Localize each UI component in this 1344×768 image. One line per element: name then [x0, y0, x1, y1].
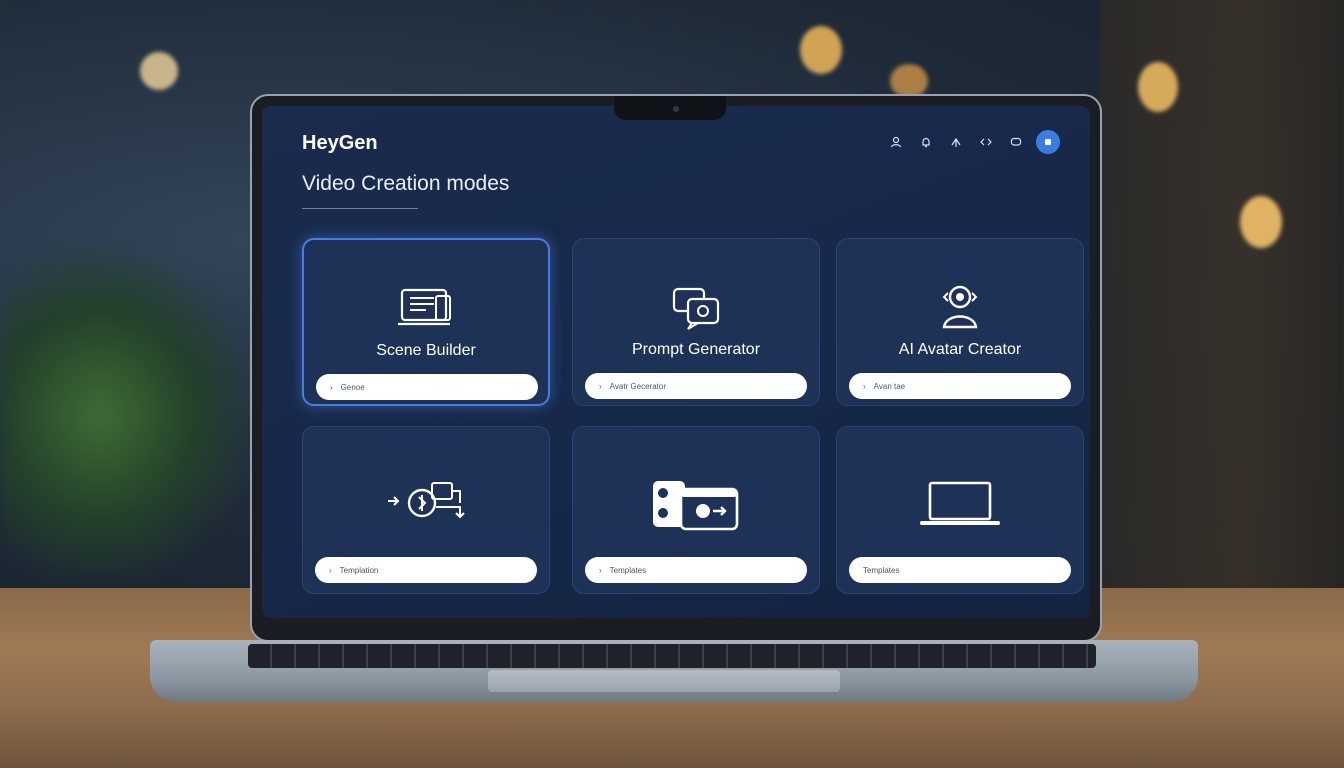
laptop-screen: HeyGen Video Creation modes Scene Builde…	[262, 106, 1090, 618]
card-media-templates[interactable]: › Templates	[572, 426, 820, 594]
card-action-pill[interactable]: › Avatr Gecerator	[585, 373, 807, 399]
card-laptop-templates[interactable]: Templates	[836, 426, 1084, 594]
card-label: Scene Builder	[376, 342, 476, 359]
pill-text: Templates	[609, 565, 647, 575]
arrow-icon: ›	[330, 382, 333, 392]
code-icon[interactable]	[976, 132, 996, 152]
card-action-pill[interactable]: › Templation	[315, 557, 537, 583]
pill-text: Templation	[339, 565, 379, 575]
card-prompt-generator[interactable]: Prompt Generator › Avatr Gecerator	[572, 238, 820, 406]
document-edit-icon	[304, 286, 548, 330]
card-workflow[interactable]: › Templation	[302, 426, 550, 594]
card-label: AI Avatar Creator	[898, 341, 1022, 358]
bokeh-light	[1240, 196, 1282, 248]
page-title: Video Creation modes	[302, 172, 510, 195]
camera-icon	[673, 106, 679, 112]
plant-decoration	[0, 250, 250, 580]
brand-logo: HeyGen	[302, 132, 378, 154]
keyboard	[248, 644, 1096, 668]
top-toolbar	[886, 130, 1060, 154]
screen-notch	[614, 96, 726, 120]
arrow-icon: ›	[599, 565, 602, 575]
arrow-icon: ›	[863, 381, 866, 391]
title-underline	[302, 208, 418, 209]
card-scene-builder[interactable]: Scene Builder › Genoe	[302, 238, 550, 406]
chat-icon[interactable]	[1006, 132, 1026, 152]
profile-avatar-icon[interactable]	[1036, 130, 1060, 154]
card-ai-avatar-creator[interactable]: AI Avatar Creator › Avan tae	[836, 238, 1084, 406]
avatar-person-icon	[837, 281, 1083, 331]
background-shelf	[1100, 0, 1344, 600]
card-action-pill[interactable]: › Genoe	[316, 374, 538, 400]
arrow-icon: ›	[599, 381, 602, 391]
bell-icon[interactable]	[916, 132, 936, 152]
card-action-pill[interactable]: Templates	[849, 557, 1071, 583]
bokeh-light	[890, 64, 928, 98]
card-action-pill[interactable]: › Avan tae	[849, 373, 1071, 399]
card-label: Prompt Generator	[631, 341, 761, 358]
trackpad	[488, 670, 840, 692]
pill-text: Avan tae	[873, 381, 906, 391]
share-icon[interactable]	[946, 132, 966, 152]
bokeh-light	[1138, 62, 1178, 112]
chat-bubbles-icon	[573, 285, 819, 331]
bokeh-light	[800, 26, 842, 74]
workflow-flow-icon	[303, 477, 549, 525]
pill-text: Avatr Gecerator	[609, 381, 666, 391]
arrow-icon: ›	[329, 565, 332, 575]
pill-text: Genoe	[340, 382, 365, 392]
card-action-pill[interactable]: › Templates	[585, 557, 807, 583]
bokeh-light	[140, 52, 178, 90]
laptop-icon	[837, 481, 1083, 527]
media-cards-icon	[573, 477, 819, 533]
pill-text: Templates	[863, 565, 900, 575]
user-icon[interactable]	[886, 132, 906, 152]
